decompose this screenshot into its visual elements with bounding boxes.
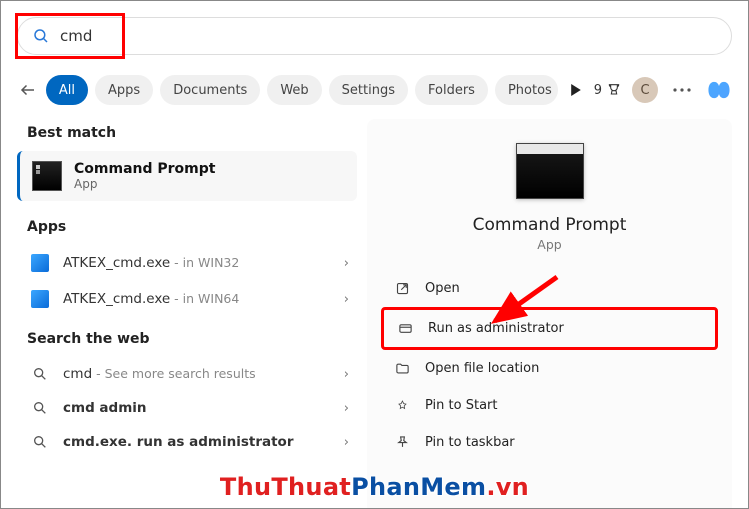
action-open-file-location[interactable]: Open file location xyxy=(381,350,718,387)
preview-subtitle: App xyxy=(537,237,561,252)
best-match-title: Command Prompt xyxy=(74,161,215,177)
web-item-cmd[interactable]: cmd - See more search results › xyxy=(17,357,357,391)
shield-icon xyxy=(396,321,414,336)
exe-icon xyxy=(31,254,49,272)
back-button[interactable] xyxy=(17,76,39,104)
best-match-subtitle: App xyxy=(74,177,215,191)
search-web-heading: Search the web xyxy=(17,325,357,357)
preview-pane: Command Prompt App Open Run as administr… xyxy=(367,119,732,508)
filter-row: All Apps Documents Web Settings Folders … xyxy=(17,71,732,109)
magnifier-icon xyxy=(32,434,48,450)
preview-app-icon xyxy=(516,143,584,199)
app-item-atkex-win32[interactable]: ATKEX_cmd.exe - in WIN32 › xyxy=(17,245,357,281)
copilot-icon[interactable] xyxy=(706,77,732,103)
search-icon xyxy=(32,27,50,45)
more-options-button[interactable] xyxy=(668,76,696,104)
web-item-cmd-admin[interactable]: cmd admin › xyxy=(17,391,357,425)
filter-apps[interactable]: Apps xyxy=(95,75,153,105)
trophy-icon xyxy=(606,82,622,98)
search-bar[interactable]: cmd xyxy=(17,17,732,55)
results-column: Best match Command Prompt App Apps ATKEX… xyxy=(17,119,367,508)
command-prompt-icon xyxy=(32,161,62,191)
folder-icon xyxy=(393,361,411,376)
filter-photos[interactable]: Photos xyxy=(495,75,558,105)
chevron-right-icon: › xyxy=(344,401,349,416)
chevron-right-icon: › xyxy=(344,435,349,450)
chevron-right-icon: › xyxy=(344,256,349,271)
filter-all[interactable]: All xyxy=(46,75,88,105)
app-item-atkex-win64[interactable]: ATKEX_cmd.exe - in WIN64 › xyxy=(17,281,357,317)
filter-documents[interactable]: Documents xyxy=(160,75,260,105)
pin-icon xyxy=(393,435,411,450)
web-item-cmd-runas[interactable]: cmd.exe. run as administrator › xyxy=(17,425,357,459)
preview-title: Command Prompt xyxy=(473,215,627,235)
exe-icon xyxy=(31,290,49,308)
action-pin-to-taskbar[interactable]: Pin to taskbar xyxy=(381,424,718,461)
apps-heading: Apps xyxy=(17,213,357,245)
action-open[interactable]: Open xyxy=(381,270,718,307)
search-query: cmd xyxy=(60,27,92,45)
rewards-points[interactable]: 9 xyxy=(594,82,622,98)
chevron-right-icon: › xyxy=(344,292,349,307)
action-list: Open Run as administrator Open file loca… xyxy=(367,270,732,461)
filter-web[interactable]: Web xyxy=(267,75,321,105)
more-filters-button[interactable] xyxy=(565,76,587,104)
best-match-item[interactable]: Command Prompt App xyxy=(17,151,357,201)
magnifier-icon xyxy=(32,366,48,382)
open-icon xyxy=(393,281,411,296)
user-avatar[interactable]: C xyxy=(632,77,658,103)
filter-folders[interactable]: Folders xyxy=(415,75,488,105)
best-match-heading: Best match xyxy=(17,119,357,151)
action-pin-to-start[interactable]: Pin to Start xyxy=(381,387,718,424)
filter-settings[interactable]: Settings xyxy=(329,75,408,105)
action-run-as-administrator[interactable]: Run as administrator xyxy=(381,307,718,350)
magnifier-icon xyxy=(32,400,48,416)
pin-icon xyxy=(393,398,411,413)
chevron-right-icon: › xyxy=(344,367,349,382)
